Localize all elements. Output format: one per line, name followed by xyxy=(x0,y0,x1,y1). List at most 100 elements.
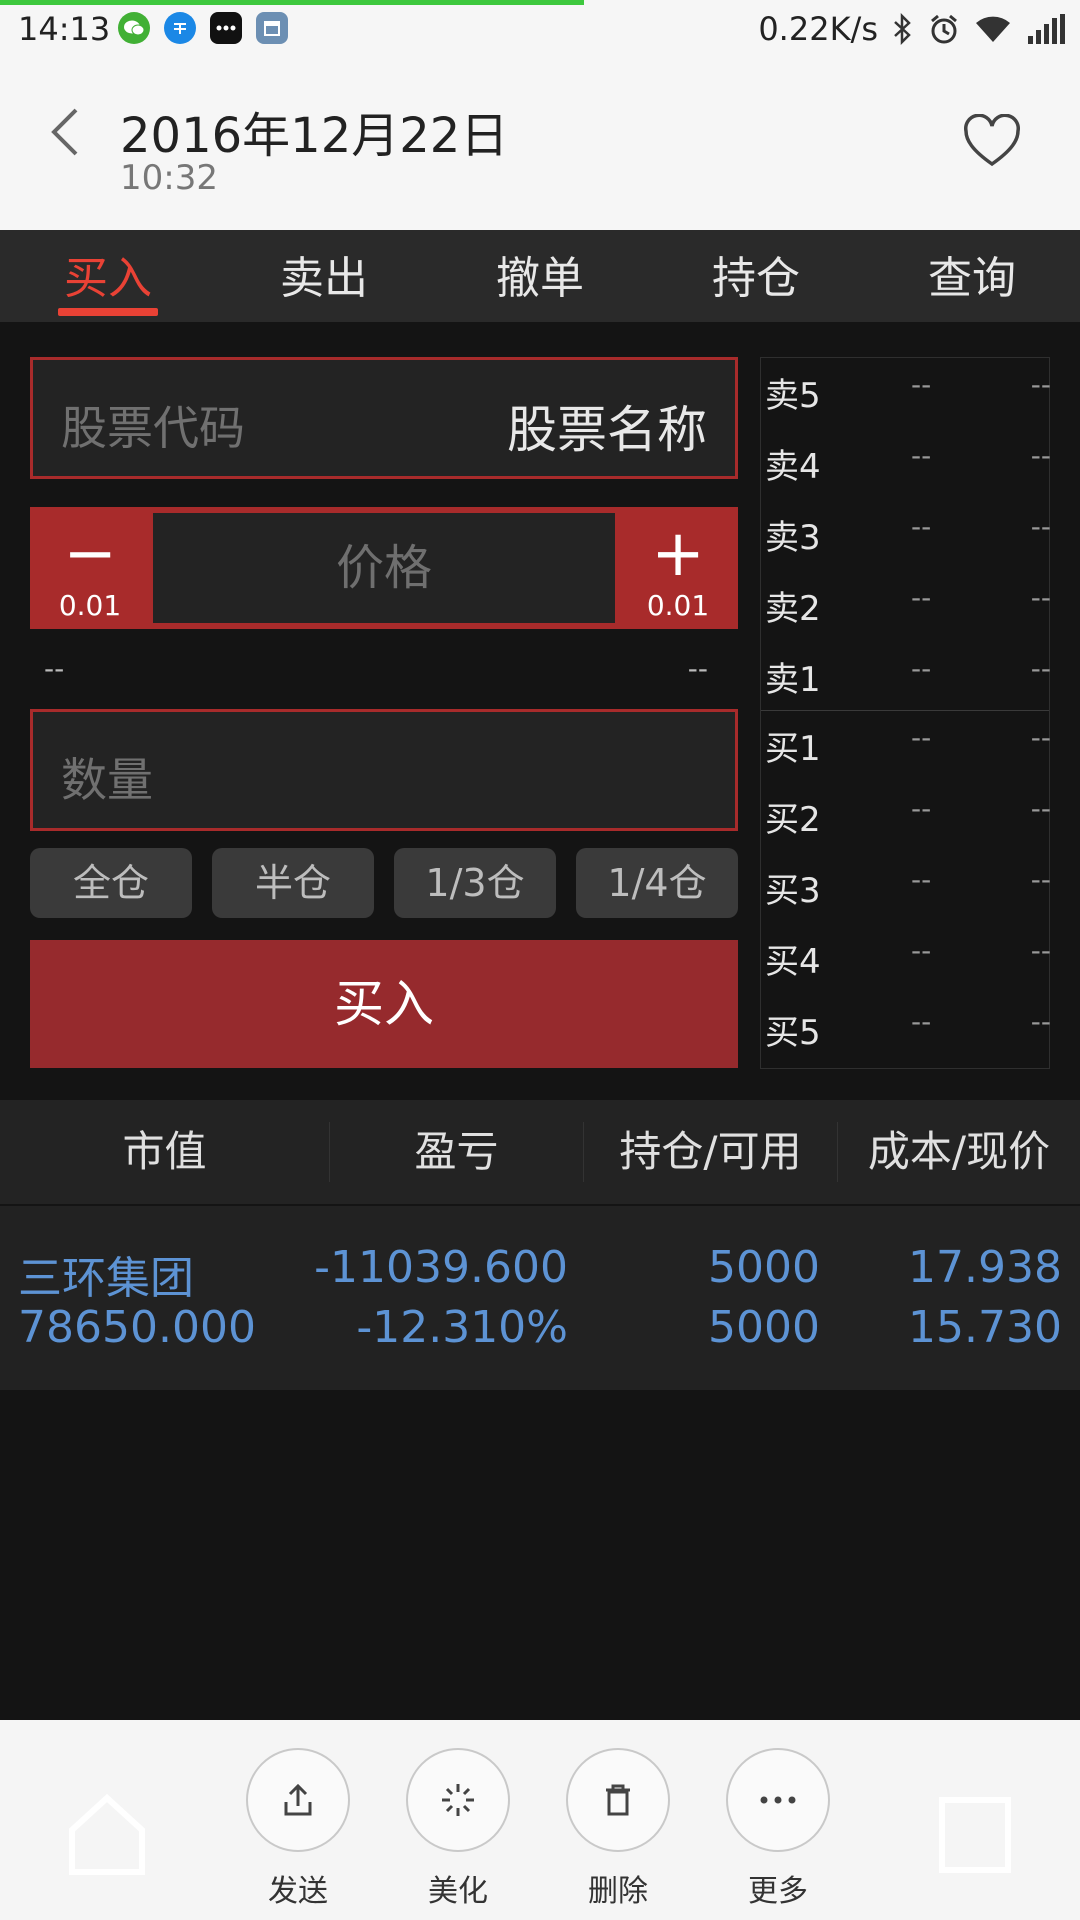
back-arrow-icon[interactable] xyxy=(44,102,84,162)
beautify-label: 美化 xyxy=(428,1874,488,1909)
sparkle-icon xyxy=(406,1748,510,1852)
level-price: -- xyxy=(911,439,932,472)
buy-level-1: 买1 -- -- xyxy=(761,711,1051,771)
level-label: 卖1 xyxy=(765,660,821,700)
level-volume: -- xyxy=(1030,652,1051,685)
news-icon xyxy=(939,1797,1011,1873)
level-price: -- xyxy=(911,581,932,614)
tab-holdings[interactable]: 持仓 xyxy=(648,230,864,322)
level-price: -- xyxy=(911,934,932,967)
level-volume: -- xyxy=(1030,792,1051,825)
tab-buy[interactable]: 买入 xyxy=(0,230,216,322)
share-actions: 发送 美化 删除 更多 xyxy=(246,1748,830,1910)
buy-submit-button[interactable]: 买入 xyxy=(30,940,738,1068)
wifi-icon xyxy=(976,16,1010,42)
app-header: 2016年12月22日 10:32 xyxy=(0,62,1080,230)
market-value: 78650.000 xyxy=(18,1302,256,1353)
col-cost-price: 成本/现价 xyxy=(867,1127,1051,1176)
notification-icons xyxy=(118,12,288,44)
sell-level-2: 卖2 -- -- xyxy=(761,571,1051,631)
bluetooth-icon xyxy=(894,13,911,45)
tab-sell[interactable]: 卖出 xyxy=(216,230,432,322)
buy-level-2: 买2 -- -- xyxy=(761,782,1051,842)
send-button[interactable]: 发送 xyxy=(246,1748,350,1910)
cost-price: 17.938 xyxy=(908,1242,1062,1293)
alarm-icon xyxy=(931,14,957,44)
level-price: -- xyxy=(911,1005,932,1038)
delete-button[interactable]: 删除 xyxy=(566,1748,670,1910)
trade-tabs: 买入 卖出 撤单 持仓 查询 xyxy=(0,230,1080,322)
home-icon xyxy=(69,1793,145,1875)
decrease-step-value: 0.01 xyxy=(58,589,122,622)
available-qty: 5000 xyxy=(708,1302,820,1353)
level-price: -- xyxy=(911,792,932,825)
zhihu-icon xyxy=(164,12,196,44)
wechat-icon xyxy=(118,12,150,44)
quarter-position-button[interactable]: 1/4仓 xyxy=(576,848,738,918)
tab-query[interactable]: 查询 xyxy=(864,230,1080,322)
level-price: -- xyxy=(911,652,932,685)
more-label: 更多 xyxy=(748,1874,808,1909)
plus-icon: + xyxy=(651,517,705,591)
level-volume: -- xyxy=(1030,439,1051,472)
level-price: -- xyxy=(911,863,932,896)
level-label: 卖2 xyxy=(765,589,821,629)
level-volume: -- xyxy=(1030,510,1051,543)
signal-icon xyxy=(1028,14,1065,44)
price-input[interactable]: 价格 xyxy=(153,513,615,623)
level-volume: -- xyxy=(1030,581,1051,614)
minus-icon: − xyxy=(63,517,117,591)
sell-level-5: 卖5 -- -- xyxy=(761,358,1051,418)
sell-level-4: 卖4 -- -- xyxy=(761,429,1051,489)
level-volume: -- xyxy=(1030,934,1051,967)
network-speed: 0.22K/s xyxy=(758,10,878,48)
full-position-button[interactable]: 全仓 xyxy=(30,848,192,918)
header-date: 2016年12月22日 xyxy=(120,108,509,164)
screenshot-share-bar: 发送 美化 删除 更多 xyxy=(0,1720,1080,1920)
level-volume: -- xyxy=(1030,368,1051,401)
pnl-amount: -11039.600 xyxy=(314,1242,568,1293)
level-label: 买5 xyxy=(765,1013,821,1053)
share-upload-icon xyxy=(246,1748,350,1852)
trash-icon xyxy=(566,1748,670,1852)
half-position-button[interactable]: 半仓 xyxy=(212,848,374,918)
price-limits: -- -- xyxy=(30,652,738,688)
quantity-field[interactable]: 数量 xyxy=(30,709,738,831)
price-increase-button[interactable]: + 0.01 xyxy=(618,507,738,629)
more-button[interactable]: 更多 xyxy=(726,1748,830,1910)
buy-level-4: 买4 -- -- xyxy=(761,924,1051,984)
stock-name: 三环集团 xyxy=(18,1253,194,1304)
status-right: 0.22K/s xyxy=(758,10,1066,48)
stock-code-placeholder: 股票代码 xyxy=(61,401,245,455)
stock-name-label: 股票名称 xyxy=(507,401,707,459)
price-decrease-button[interactable]: − 0.01 xyxy=(30,507,150,629)
col-market-value: 市值 xyxy=(0,1122,330,1182)
sell-level-3: 卖3 -- -- xyxy=(761,500,1051,560)
stock-code-field[interactable]: 股票代码 股票名称 xyxy=(30,357,738,479)
favorite-heart-icon[interactable] xyxy=(962,114,1022,170)
level-label: 买2 xyxy=(765,800,821,840)
level-volume: -- xyxy=(1030,863,1051,896)
level-label: 卖5 xyxy=(765,376,821,416)
sell-level-1: 卖1 -- -- xyxy=(761,642,1051,702)
calendar-icon xyxy=(256,12,288,44)
level-volume: -- xyxy=(1030,1005,1051,1038)
current-price: 15.730 xyxy=(908,1302,1062,1353)
header-time: 10:32 xyxy=(120,158,218,198)
more-dots-icon xyxy=(726,1748,830,1852)
third-position-button[interactable]: 1/3仓 xyxy=(394,848,556,918)
beautify-button[interactable]: 美化 xyxy=(406,1748,510,1910)
status-time: 14:13 xyxy=(18,10,111,48)
quantity-placeholder: 数量 xyxy=(61,753,153,807)
table-row[interactable]: 三环集团 78650.000 -11039.600 -12.310% 5000 … xyxy=(0,1206,1080,1390)
level-label: 卖3 xyxy=(765,518,821,558)
buy-level-3: 买3 -- -- xyxy=(761,853,1051,913)
level-label: 卖4 xyxy=(765,447,821,487)
delete-label: 删除 xyxy=(588,1874,648,1909)
limit-down-value: -- xyxy=(44,652,65,685)
limit-up-value: -- xyxy=(687,652,708,685)
level-price: -- xyxy=(911,510,932,543)
tab-cancel[interactable]: 撤单 xyxy=(432,230,648,322)
sell-orders: 卖5 -- -- 卖4 -- -- 卖3 -- -- 卖2 -- -- 卖1 -… xyxy=(761,358,1051,711)
send-label: 发送 xyxy=(268,1874,328,1909)
